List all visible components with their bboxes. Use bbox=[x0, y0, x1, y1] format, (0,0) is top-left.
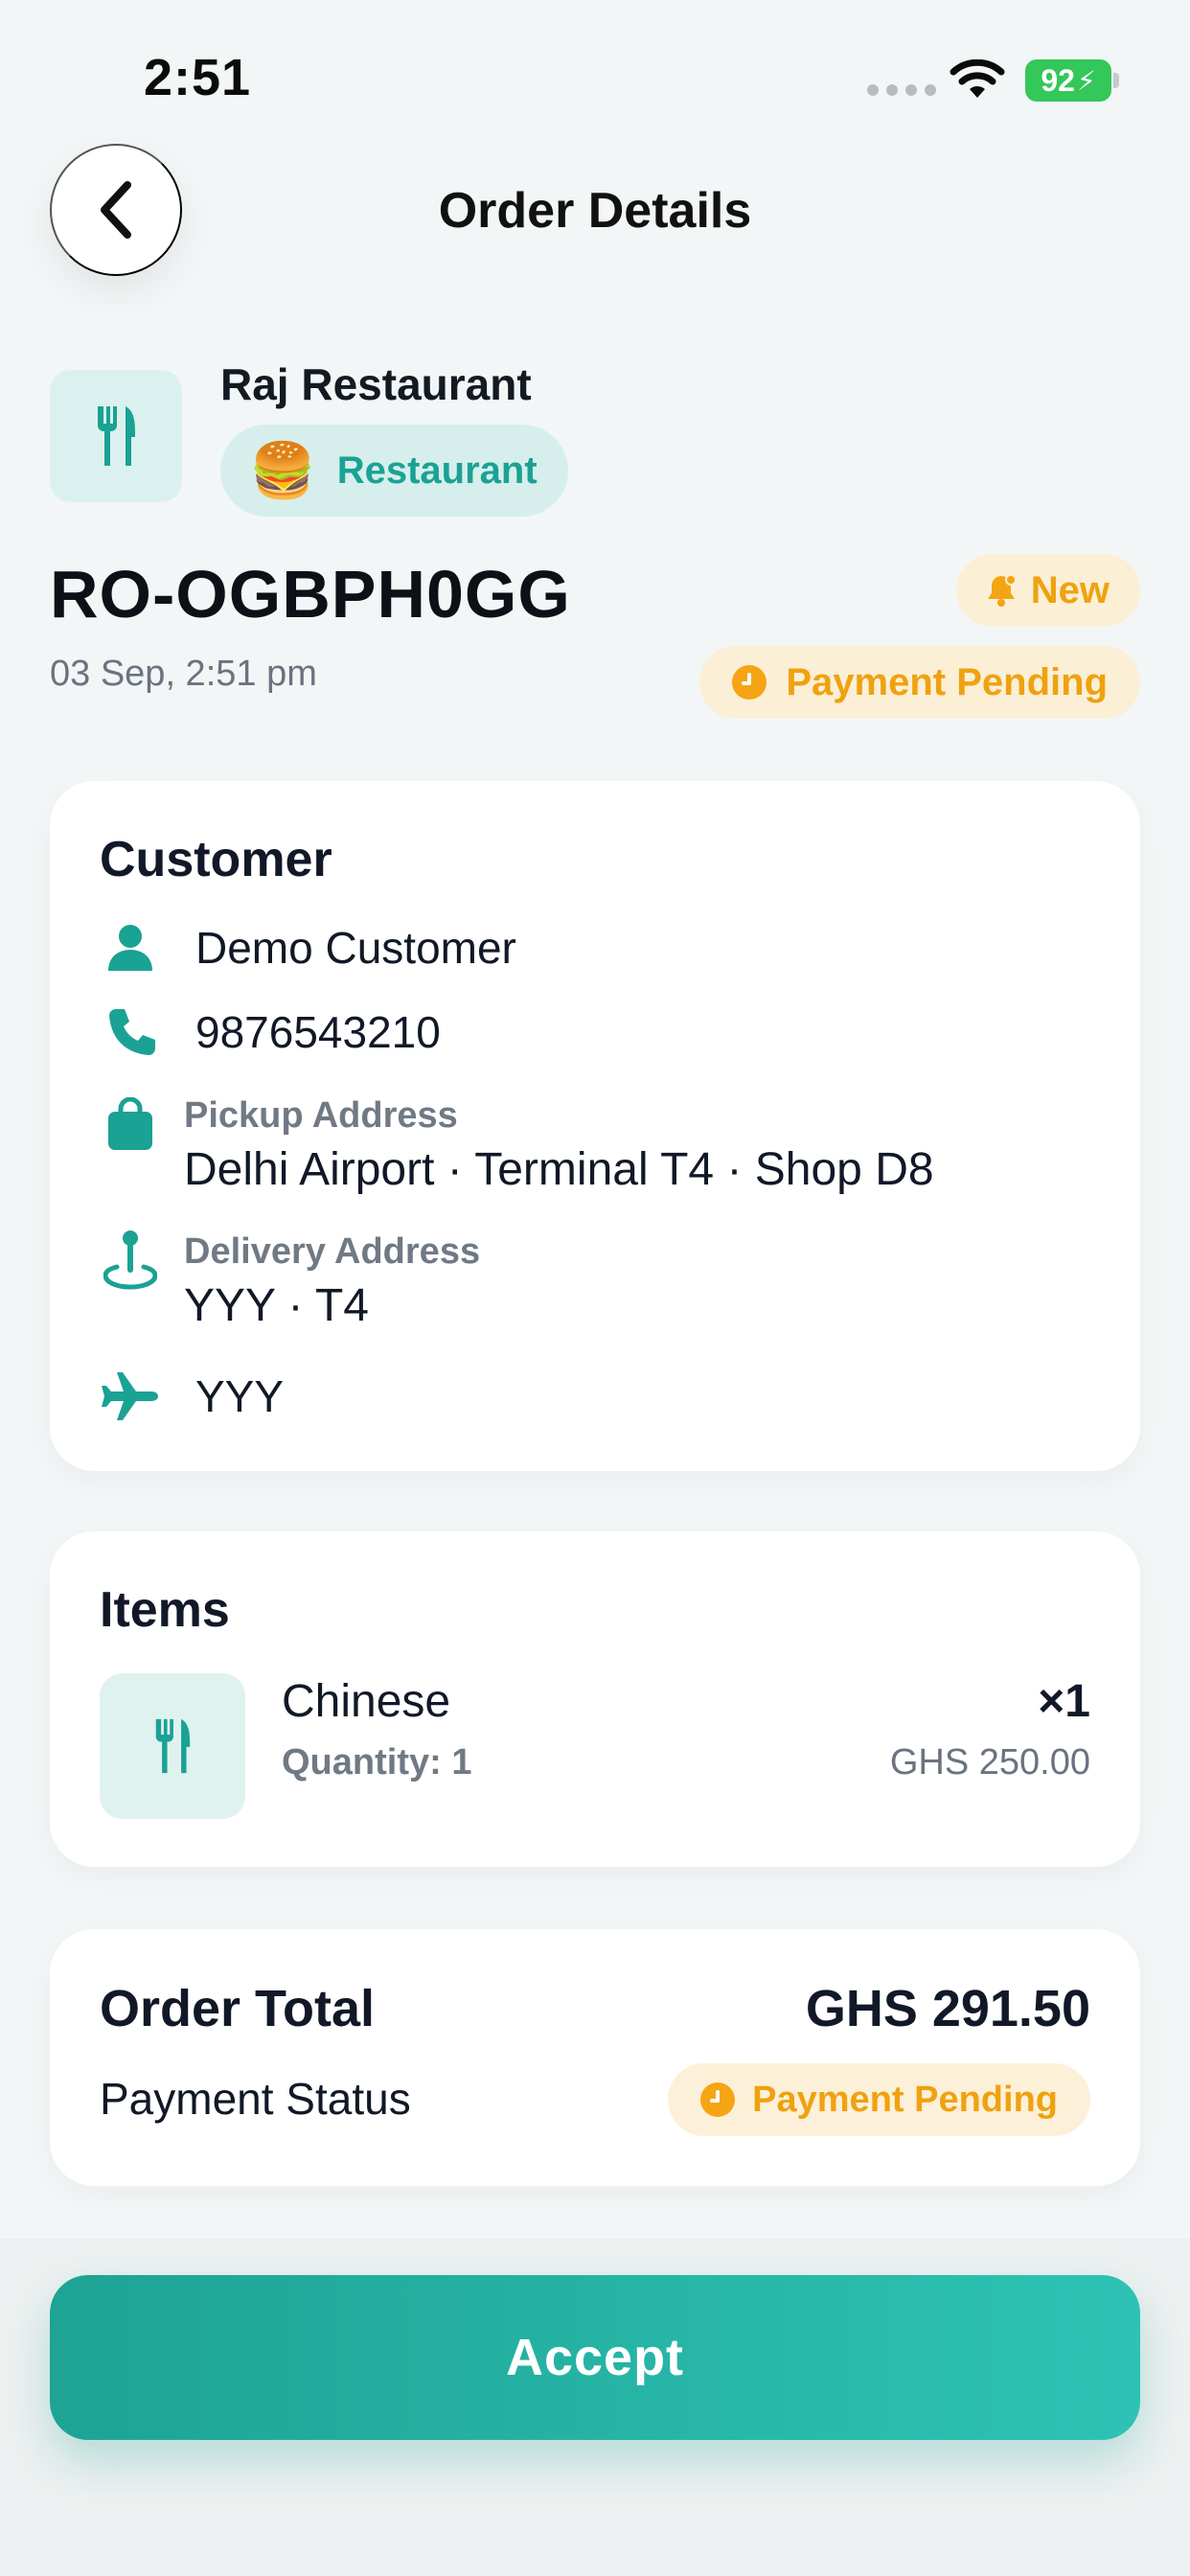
status-time: 2:51 bbox=[144, 49, 252, 106]
battery-level: 92 bbox=[1041, 62, 1075, 98]
delivery-address-value: YYY · T4 bbox=[184, 1280, 369, 1331]
person-icon bbox=[100, 917, 161, 978]
order-details-screen: 2:51 92 ⚡ Order Details Raj Restaurant 🍔… bbox=[0, 0, 1190, 2576]
item-quantity: Quantity: 1 bbox=[282, 1742, 472, 1782]
items-card: Items Chinese Quantity: 1 ×1 GHS 250.00 bbox=[50, 1531, 1140, 1867]
items-title: Items bbox=[100, 1582, 230, 1638]
flight-number: YYY bbox=[195, 1371, 285, 1421]
customer-phone-row[interactable]: 9876543210 bbox=[100, 1001, 441, 1063]
battery-icon: 92 ⚡ bbox=[1025, 59, 1111, 102]
item-price: GHS 250.00 bbox=[889, 1742, 1090, 1782]
phone-icon bbox=[100, 1001, 161, 1063]
burger-icon: 🍔 bbox=[249, 440, 316, 500]
flight-row: YYY bbox=[100, 1366, 284, 1427]
merchant-category-label: Restaurant bbox=[336, 448, 538, 492]
customer-title: Customer bbox=[100, 832, 332, 887]
item-thumbnail bbox=[100, 1673, 245, 1819]
pickup-address-value: Delhi Airport · Terminal T4 · Shop D8 bbox=[184, 1144, 934, 1195]
signal-dots-icon bbox=[867, 84, 936, 96]
customer-phone[interactable]: 9876543210 bbox=[195, 1006, 441, 1058]
accept-button[interactable]: Accept bbox=[50, 2275, 1140, 2440]
bell-icon bbox=[987, 574, 1017, 607]
customer-card: Customer Demo Customer 9876543210 Pickup… bbox=[50, 781, 1140, 1471]
payment-status-value: Payment Pending bbox=[752, 2079, 1058, 2120]
page-title: Order Details bbox=[438, 183, 752, 239]
pickup-address-label: Pickup Address bbox=[184, 1095, 458, 1136]
order-total-card: Order Total GHS 291.50 Payment Status Pa… bbox=[50, 1929, 1140, 2186]
clock-icon bbox=[700, 2082, 736, 2117]
order-total-label: Order Total bbox=[100, 1980, 376, 2037]
item-multiplier: ×1 bbox=[1038, 1676, 1090, 1727]
clock-icon bbox=[732, 665, 767, 700]
location-pin-icon bbox=[100, 1230, 161, 1291]
status-badge-label: New bbox=[1030, 568, 1110, 611]
merchant-name: Raj Restaurant bbox=[220, 359, 532, 409]
payment-pending-label: Payment Pending bbox=[786, 660, 1108, 703]
accept-button-label: Accept bbox=[505, 2329, 685, 2386]
payment-status-badge: Payment Pending bbox=[668, 2063, 1090, 2136]
shopping-bag-icon bbox=[100, 1093, 161, 1155]
merchant-logo bbox=[50, 370, 182, 502]
order-id: RO-OGBPH0GG bbox=[50, 557, 571, 632]
merchant-category-tag: 🍔 Restaurant bbox=[220, 425, 568, 517]
fork-knife-icon bbox=[155, 1718, 191, 1774]
payment-status-label: Payment Status bbox=[100, 2074, 411, 2124]
airplane-icon bbox=[100, 1366, 161, 1427]
fork-knife-icon bbox=[98, 406, 135, 466]
order-total-value: GHS 291.50 bbox=[805, 1980, 1090, 2037]
payment-pending-badge: Payment Pending bbox=[699, 646, 1140, 719]
customer-name: Demo Customer bbox=[195, 923, 516, 973]
customer-name-row: Demo Customer bbox=[100, 917, 516, 978]
item-name: Chinese bbox=[282, 1676, 451, 1727]
order-date: 03 Sep, 2:51 pm bbox=[50, 654, 317, 694]
wifi-icon bbox=[950, 59, 1005, 98]
status-badge-new: New bbox=[955, 554, 1140, 627]
status-bar: 2:51 92 ⚡ bbox=[0, 0, 1190, 144]
delivery-address-label: Delivery Address bbox=[184, 1231, 481, 1272]
